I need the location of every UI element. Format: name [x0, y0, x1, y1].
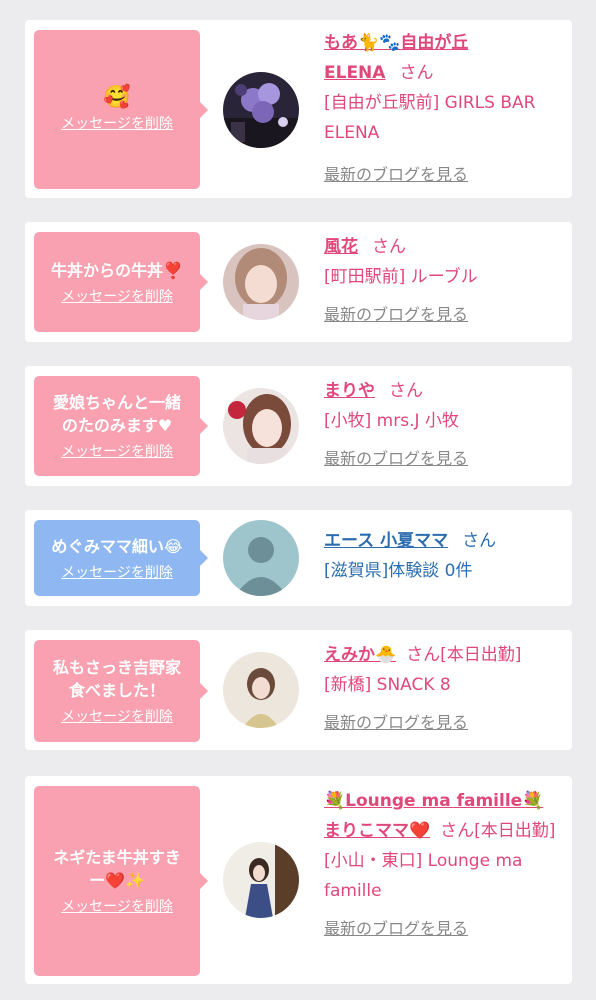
message-text: 愛娘ちゃんと一緒 のたのみます♥: [52, 393, 181, 435]
cast-name-link[interactable]: エース 小夏ママ: [324, 531, 448, 551]
shop-name: [滋賀県]体験談 0件: [324, 561, 473, 581]
shop-name: [小牧] mrs.J 小牧: [324, 411, 459, 431]
cast-name-line1[interactable]: もあ🐈🐾自由が丘: [324, 33, 468, 53]
message-card: 私もさっき吉野家 食べました！ メッセージを削除 えみか🐣 さん[本日出勤] [新…: [25, 630, 572, 750]
message-card: 愛娘ちゃんと一緒 のたのみます♥ メッセージを削除 まりや さん [小牧] mrs…: [25, 366, 572, 486]
cast-name-line1[interactable]: 💐Lounge ma famille💐: [324, 791, 543, 811]
shop-name: [町田駅前] ルーブル: [324, 267, 478, 287]
store-info: 💐Lounge ma famille💐 まりこママ❤️ さん[本日出勤] [小山・東…: [324, 786, 562, 944]
message-text: めぐみママ細い😂: [51, 536, 183, 556]
shop-name: [小山・東口] Lounge ma famille: [324, 851, 523, 901]
store-info: もあ🐈🐾自由が丘 ELENA さん [自由が丘駅前] GIRLS BAR ELENA…: [324, 28, 562, 190]
message-card: 🥰 メッセージを削除 もあ🐈🐾自由が丘 ELENA さん [自由が丘駅前] GIRL…: [25, 20, 572, 198]
store-info: エース 小夏ママ さん [滋賀県]体験談 0件: [324, 526, 562, 586]
avatar[interactable]: [223, 244, 299, 320]
message-bubble: 愛娘ちゃんと一緒 のたのみます♥ メッセージを削除: [34, 376, 208, 476]
girl-portrait-photo: [223, 652, 299, 728]
message-bubble: ネギたま牛丼すき ー❤️✨ メッセージを削除: [34, 786, 208, 976]
message-text: 牛丼からの牛丼❣️: [51, 260, 183, 280]
message-card: 牛丼からの牛丼❣️ メッセージを削除 風花 さん [町田駅前] ルーブル 最新のブ…: [25, 222, 572, 342]
message-text: 🥰: [103, 85, 131, 110]
honorific-san: さん: [389, 381, 423, 401]
avatar[interactable]: [223, 652, 299, 728]
latest-blog-link[interactable]: 最新のブログを見る: [324, 708, 562, 738]
message-bubble: 私もさっき吉野家 食べました！ メッセージを削除: [34, 640, 208, 742]
latest-blog-link[interactable]: 最新のブログを見る: [324, 444, 562, 474]
shop-name: [新橋] SNACK 8: [324, 675, 451, 695]
cast-name-line2[interactable]: まりこママ❤️: [324, 821, 430, 841]
cast-name-link[interactable]: 風花: [324, 237, 358, 257]
girl-portrait-photo: [223, 388, 299, 464]
store-info: えみか🐣 さん[本日出勤] [新橋] SNACK 8 最新のブログを見る: [324, 640, 562, 738]
message-bubble: めぐみママ細い😂 メッセージを削除: [34, 520, 208, 596]
latest-blog-link[interactable]: 最新のブログを見る: [324, 914, 562, 944]
delete-message-link[interactable]: メッセージを削除: [61, 706, 173, 726]
honorific-san: さん: [399, 63, 434, 83]
avatar[interactable]: [223, 72, 299, 148]
avatar[interactable]: [223, 520, 299, 596]
avatar[interactable]: [223, 842, 299, 918]
balloons-photo: [223, 72, 299, 148]
store-info: まりや さん [小牧] mrs.J 小牧 最新のブログを見る: [324, 376, 562, 474]
no-photo-placeholder: [223, 520, 299, 596]
working-today-status: [本日出勤]: [440, 645, 522, 665]
honorific-san: さん: [440, 821, 475, 841]
girl-portrait-photo: [223, 244, 299, 320]
cast-name-link[interactable]: まりや: [324, 381, 375, 401]
shop-name: [自由が丘駅前] GIRLS BAR ELENA: [324, 93, 536, 143]
message-text: ネギたま牛丼すき ー❤️✨: [53, 848, 181, 890]
message-bubble: 🥰 メッセージを削除: [34, 30, 208, 189]
cast-name-line2[interactable]: ELENA: [324, 63, 385, 83]
avatar[interactable]: [223, 388, 299, 464]
delete-message-link[interactable]: メッセージを削除: [61, 441, 173, 461]
delete-message-link[interactable]: メッセージを削除: [61, 113, 173, 133]
latest-blog-link[interactable]: 最新のブログを見る: [324, 300, 562, 330]
cast-name-link[interactable]: もあ🐈🐾自由が丘 ELENA: [324, 33, 468, 83]
message-card: ネギたま牛丼すき ー❤️✨ メッセージを削除 💐Lounge ma famill…: [25, 776, 572, 984]
honorific-san: さん: [462, 531, 497, 551]
working-today-status: [本日出勤]: [474, 821, 556, 841]
honorific-san: さん: [406, 645, 441, 665]
honorific-san: さん: [372, 237, 406, 257]
store-info: 風花 さん [町田駅前] ルーブル 最新のブログを見る: [324, 232, 562, 330]
message-text: 私もさっき吉野家 食べました！: [52, 658, 181, 700]
delete-message-link[interactable]: メッセージを削除: [61, 896, 173, 916]
latest-blog-link[interactable]: 最新のブログを見る: [324, 160, 562, 190]
cast-name-link[interactable]: えみか🐣: [324, 645, 396, 665]
message-bubble: 牛丼からの牛丼❣️ メッセージを削除: [34, 232, 208, 332]
kimono-portrait-photo: [223, 842, 299, 918]
delete-message-link[interactable]: メッセージを削除: [61, 286, 173, 306]
delete-message-link[interactable]: メッセージを削除: [61, 562, 173, 582]
message-card: めぐみママ細い😂 メッセージを削除 エース 小夏ママ さん [滋賀県]体験談 0件: [25, 510, 572, 606]
